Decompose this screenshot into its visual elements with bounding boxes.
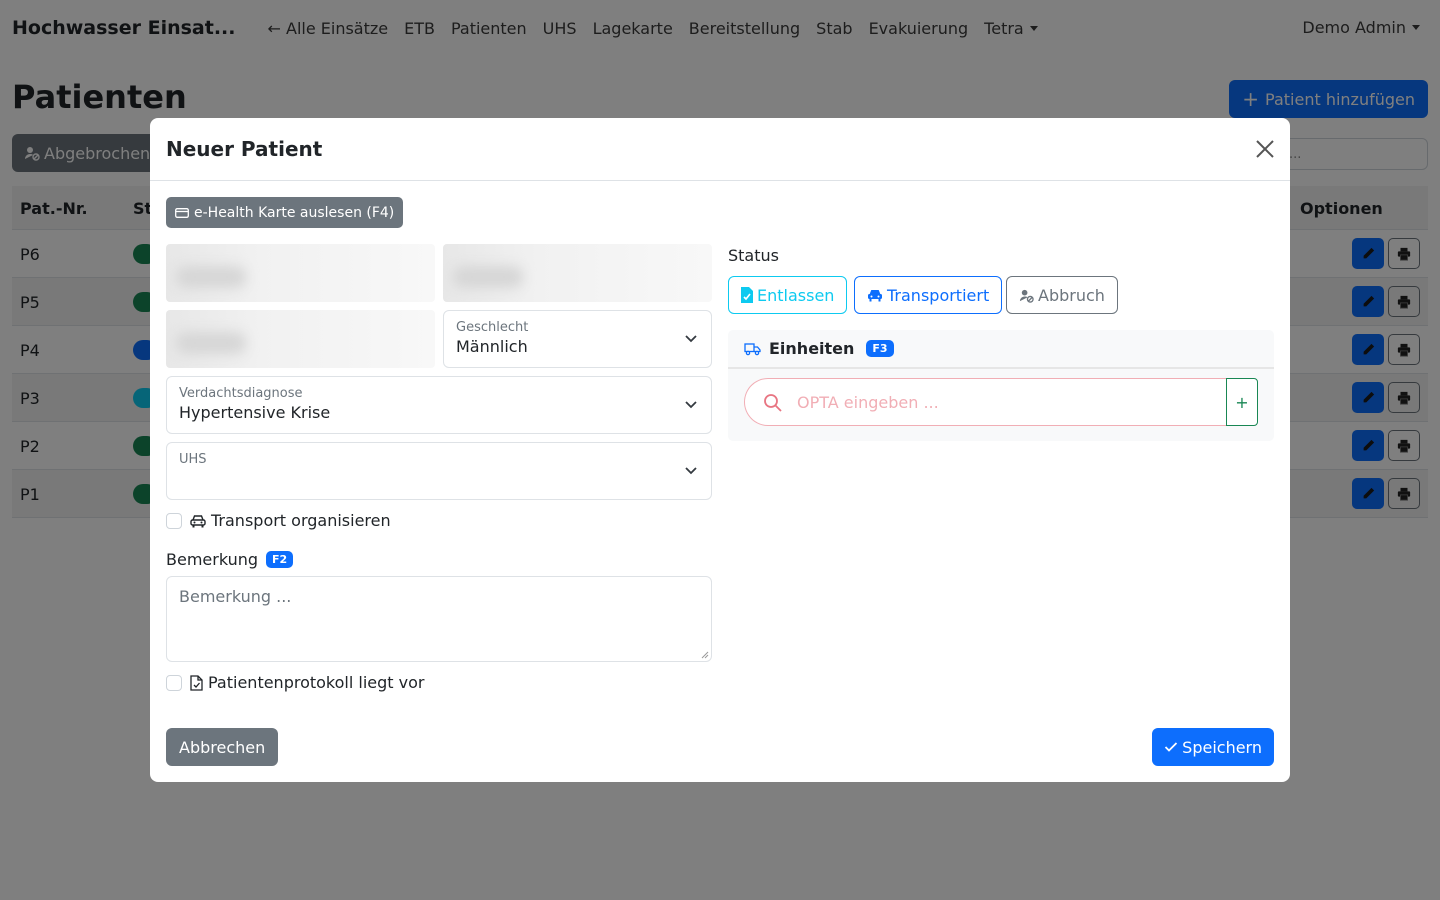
remark-placeholder: Bemerkung ... — [179, 587, 292, 606]
chevron-down-icon — [685, 401, 697, 409]
units-header: Einheiten F3 — [728, 330, 1274, 369]
protocol-checkbox-row: Patientenprotokoll liegt vor — [166, 673, 424, 692]
gender-select[interactable]: Geschlecht Männlich — [443, 310, 712, 368]
diagnosis-value: Hypertensive Krise — [179, 403, 331, 422]
close-icon[interactable] — [1254, 138, 1276, 160]
truck-icon — [744, 342, 761, 356]
user-cancel-icon — [1019, 288, 1034, 303]
remark-label: Bemerkung — [166, 550, 259, 569]
transport-label: Transport organisieren — [211, 511, 391, 530]
diagnosis-label: Verdachtsdiagnose — [179, 386, 303, 401]
status-discharged-button[interactable]: Entlassen — [728, 276, 848, 314]
status-abort-button[interactable]: Abbruch — [1006, 276, 1118, 314]
new-patient-modal: Neuer Patient e-Health Karte auslesen (F… — [150, 118, 1290, 782]
save-label: Speichern — [1182, 737, 1262, 757]
check-icon — [1165, 742, 1178, 752]
file-check-icon — [741, 287, 753, 303]
units-label: Einheiten — [769, 339, 855, 358]
status-transported-button[interactable]: Transportiert — [854, 276, 1003, 314]
uhs-label: UHS — [179, 452, 207, 467]
remark-textarea[interactable]: Bemerkung ... — [166, 576, 712, 662]
gender-value: Männlich — [456, 337, 528, 356]
opta-placeholder: OPTA eingeben ... — [797, 393, 939, 412]
car-icon — [867, 288, 883, 302]
file-check-icon — [190, 674, 203, 691]
cancel-button[interactable]: Abbrechen — [166, 728, 279, 766]
chevron-down-icon — [685, 335, 697, 343]
save-button[interactable]: Speichern — [1152, 728, 1274, 766]
protocol-checkbox[interactable] — [166, 674, 182, 691]
uhs-select[interactable]: UHS — [166, 442, 712, 500]
transport-checkbox[interactable] — [166, 512, 182, 529]
add-unit-button[interactable]: + — [1226, 378, 1258, 426]
status-abort-label: Abbruch — [1038, 285, 1105, 305]
ehealth-card-label: e-Health Karte auslesen (F4) — [194, 204, 395, 221]
search-icon — [764, 394, 782, 412]
units-panel: Einheiten F3 OPTA eingeben ... + — [728, 330, 1274, 441]
modal-header: Neuer Patient — [150, 118, 1290, 181]
credit-card-icon — [175, 207, 189, 218]
remark-shortcut-badge: F2 — [266, 551, 294, 568]
diagnosis-select[interactable]: Verdachtsdiagnose Hypertensive Krise — [166, 376, 712, 434]
ehealth-card-button[interactable]: e-Health Karte auslesen (F4) — [166, 197, 404, 228]
transport-checkbox-row: Transport organisieren — [166, 511, 391, 530]
blurred-field-first[interactable] — [166, 244, 435, 302]
chevron-down-icon — [685, 467, 697, 475]
blurred-field-second[interactable] — [443, 244, 712, 302]
car-icon — [190, 514, 206, 528]
units-shortcut-badge: F3 — [866, 340, 894, 357]
modal-title: Neuer Patient — [166, 137, 323, 161]
gender-label: Geschlecht — [456, 320, 529, 335]
status-label: Status — [728, 246, 779, 265]
resize-grip-icon[interactable] — [701, 651, 709, 659]
opta-input[interactable]: OPTA eingeben ... — [744, 378, 1228, 426]
blurred-field-third[interactable] — [166, 310, 435, 368]
status-transported-label: Transportiert — [887, 285, 990, 305]
protocol-label: Patientenprotokoll liegt vor — [208, 673, 425, 692]
status-discharged-label: Entlassen — [757, 285, 835, 305]
remark-label-row: Bemerkung F2 — [166, 550, 294, 569]
